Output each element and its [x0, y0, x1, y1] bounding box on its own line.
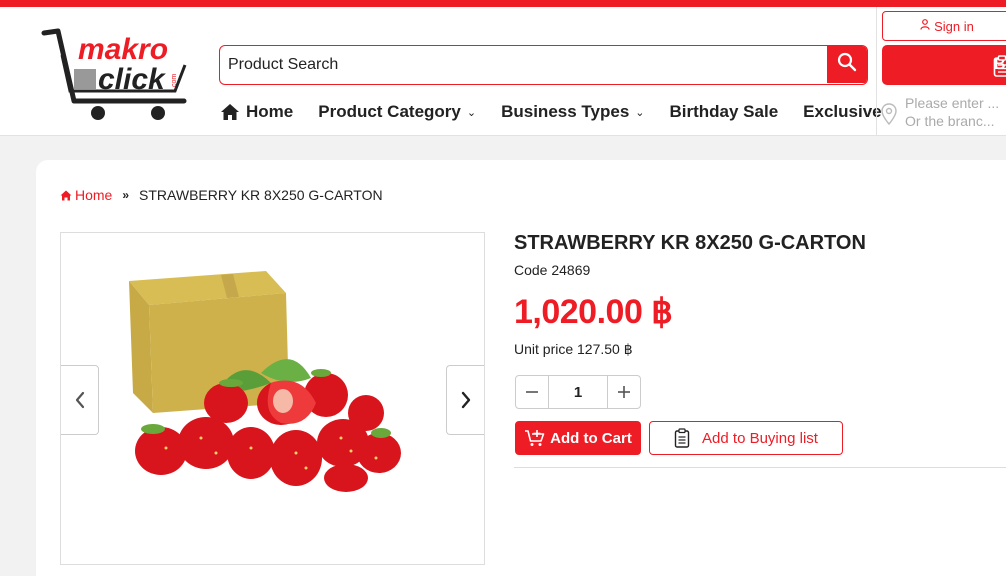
- location-pin-icon: [881, 103, 897, 130]
- clipboard-icon: [674, 428, 690, 448]
- nav-birthday-sale[interactable]: Birthday Sale: [670, 102, 779, 122]
- gallery-next-button[interactable]: [446, 365, 484, 435]
- cart-icon: [525, 430, 545, 446]
- breadcrumb-home-label: Home: [75, 187, 113, 203]
- plus-icon: [618, 386, 630, 398]
- nav-product-category[interactable]: Product Category ⌄: [318, 102, 476, 122]
- product-unit-price: Unit price 127.50 ฿: [514, 341, 633, 357]
- add-to-cart-button[interactable]: Add to Cart: [515, 421, 641, 455]
- main-nav: Home Product Category ⌄ Business Types ⌄…: [220, 99, 907, 125]
- decrease-quantity-button[interactable]: [516, 376, 548, 408]
- branch-line-2: Or the branc...: [905, 113, 995, 129]
- nav-exclusive[interactable]: Exclusive: [803, 102, 881, 122]
- home-icon: [220, 103, 240, 121]
- quantity-input[interactable]: 1: [548, 376, 608, 408]
- site-header: makro click .com Home Product Category ⌄…: [0, 7, 1006, 136]
- minus-icon: [526, 391, 538, 393]
- breadcrumb-home[interactable]: Home: [60, 187, 112, 203]
- branch-text: Please enter ... Or the branc...: [905, 94, 999, 130]
- account-panel: Sign in Bu Please enter ... Or the branc…: [876, 7, 1006, 136]
- buying-list-button[interactable]: Bu: [882, 45, 1006, 85]
- branch-selector[interactable]: Please enter ... Or the branc...: [877, 91, 1006, 136]
- breadcrumb-separator: »: [122, 188, 130, 202]
- search-input[interactable]: [220, 46, 826, 83]
- svg-text:.com: .com: [171, 74, 178, 89]
- chevron-left-icon: [75, 391, 84, 409]
- svg-text:click: click: [98, 63, 166, 96]
- branch-line-1: Please enter ...: [905, 95, 1000, 111]
- sign-in-button[interactable]: Sign in: [882, 11, 1006, 41]
- product-image: [121, 253, 421, 493]
- add-to-cart-label: Add to Cart: [550, 429, 632, 447]
- nav-birthday-sale-label: Birthday Sale: [669, 102, 779, 121]
- nav-business-types-label: Business Types: [501, 102, 630, 121]
- search-icon: [837, 52, 857, 77]
- chevron-right-icon: [461, 391, 470, 409]
- home-icon: [60, 190, 72, 200]
- breadcrumb: Home » STRAWBERRY KR 8X250 G-CARTON: [60, 187, 383, 203]
- add-to-buying-list-label: Add to Buying list: [702, 429, 818, 447]
- quantity-stepper: 1: [515, 375, 641, 409]
- product-price: 1,020.00 ฿: [514, 293, 673, 331]
- add-to-buying-list-button[interactable]: Add to Buying list: [649, 421, 843, 455]
- search-bar: [219, 45, 868, 85]
- sign-in-label: Sign in: [934, 18, 974, 34]
- makroclick-logo[interactable]: makro click .com: [40, 25, 192, 125]
- clipboard-icon: [993, 55, 1006, 82]
- user-icon: [920, 19, 930, 33]
- top-accent-bar: [0, 0, 1006, 7]
- increase-quantity-button[interactable]: [608, 376, 640, 408]
- product-image-gallery: [60, 232, 485, 565]
- svg-text:makro: makro: [78, 33, 168, 66]
- nav-product-category-label: Product Category: [318, 102, 461, 121]
- nav-exclusive-label: Exclusive: [803, 102, 882, 121]
- divider: [514, 467, 1006, 468]
- nav-home-label: Home: [246, 102, 294, 121]
- gallery-prev-button[interactable]: [61, 365, 99, 435]
- product-code: Code 24869: [514, 262, 591, 278]
- breadcrumb-current: STRAWBERRY KR 8X250 G-CARTON: [139, 187, 383, 203]
- nav-home[interactable]: Home: [220, 102, 293, 122]
- nav-business-types[interactable]: Business Types ⌄: [501, 102, 644, 122]
- chevron-down-icon: ⌄: [466, 106, 477, 119]
- product-title: STRAWBERRY KR 8X250 G-CARTON: [514, 232, 866, 254]
- chevron-down-icon: ⌄: [635, 106, 645, 119]
- search-button[interactable]: [827, 46, 867, 83]
